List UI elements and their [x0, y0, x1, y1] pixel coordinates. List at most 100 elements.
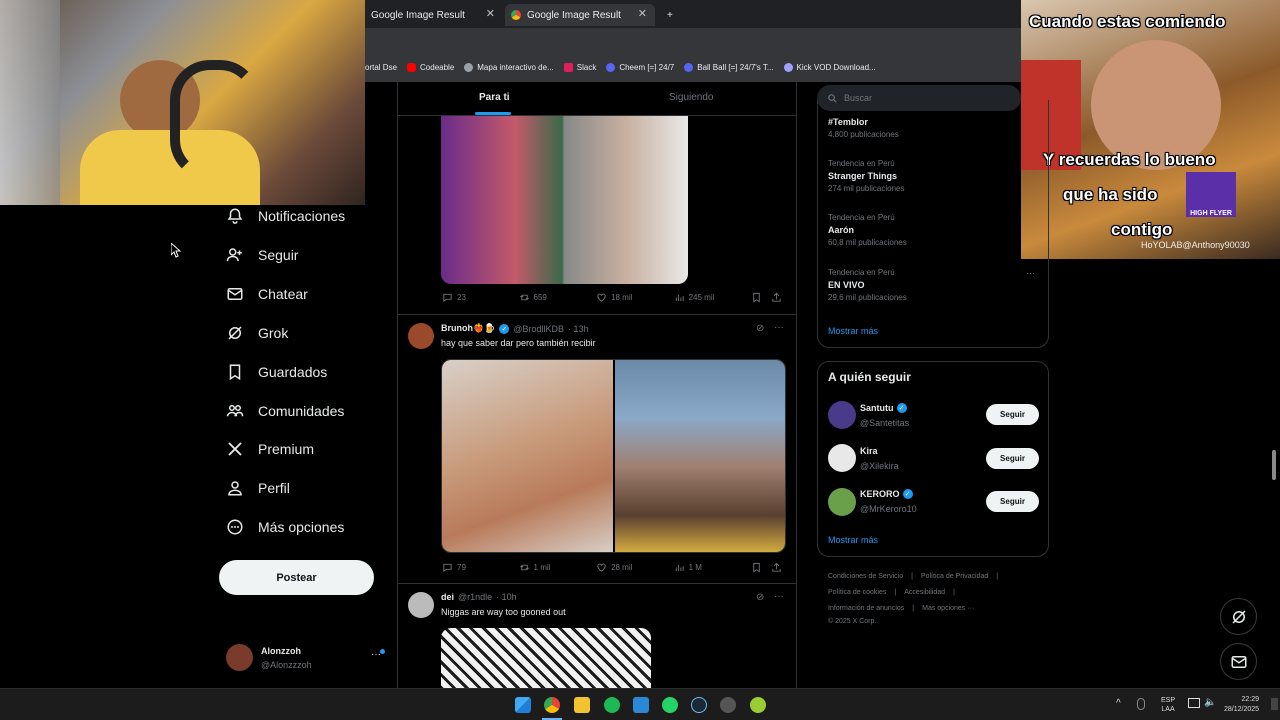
footer-link[interactable]: Condiciones de Servicio: [828, 573, 903, 580]
browser-tab[interactable]: Google Image Result ✕: [365, 4, 503, 26]
sidebar-item-profile[interactable]: Perfil: [226, 479, 290, 497]
show-more-follow[interactable]: Mostrar más: [828, 535, 878, 545]
avatar[interactable]: [828, 488, 856, 516]
trend-item[interactable]: Tendencia en Perú EN VIVO 29,6 mil publi…: [828, 268, 907, 302]
post-image[interactable]: [441, 628, 651, 688]
footer-link[interactable]: Política de Privacidad: [921, 573, 988, 580]
bookmark-item[interactable]: Ball Ball [=] 24/7's T...: [684, 62, 774, 72]
share-button[interactable]: [771, 562, 782, 573]
avatar[interactable]: [828, 444, 856, 472]
footer-link[interactable]: Política de cookies: [828, 589, 886, 596]
taskbar: ^ ESP LAA 🔈 22:29 28/12/2025: [0, 688, 1280, 720]
suggestion-name[interactable]: Kira: [860, 446, 878, 456]
follow-button[interactable]: Seguir: [986, 491, 1039, 512]
bookmark-item[interactable]: Slack: [563, 62, 597, 72]
tab-for-you[interactable]: Para ti: [479, 92, 510, 103]
show-more-trends[interactable]: Mostrar más: [828, 326, 878, 336]
reply-button[interactable]: 23: [442, 292, 519, 303]
avatar[interactable]: [408, 323, 434, 349]
views-button[interactable]: 1 M: [674, 562, 752, 573]
trend-name: EN VIVO: [828, 280, 865, 290]
steam-icon[interactable]: [691, 697, 707, 713]
repost-button[interactable]: 1 mil: [519, 562, 597, 573]
notification-icon[interactable]: [1271, 698, 1278, 710]
follow-suggestion[interactable]: KERORO ✓: [860, 489, 913, 499]
chrome-icon[interactable]: [544, 697, 560, 713]
grok-icon[interactable]: ⊘: [756, 592, 764, 603]
like-button[interactable]: 18 mil: [596, 292, 674, 303]
post-author[interactable]: dei: [441, 592, 454, 602]
repost-button[interactable]: 659: [519, 292, 597, 303]
address-bar[interactable]: [365, 28, 1021, 52]
app-icon[interactable]: [750, 697, 766, 713]
more-dots-icon[interactable]: ···: [1026, 268, 1035, 278]
whatsapp-icon[interactable]: [662, 697, 678, 713]
browser-tab-active[interactable]: Google Image Result ✕: [505, 4, 655, 26]
grok-float-button[interactable]: [1220, 598, 1257, 635]
verified-badge-icon: ✓: [896, 403, 907, 413]
post-image[interactable]: [442, 360, 613, 552]
trend-item[interactable]: Tendencia en Perú Aarón 60,8 mil publica…: [828, 213, 907, 247]
bookmark-item[interactable]: Kick VOD Download...: [783, 62, 876, 72]
reply-button[interactable]: 79: [442, 562, 519, 573]
more-dots-icon[interactable]: ···: [774, 591, 784, 602]
follow-button[interactable]: Seguir: [986, 404, 1039, 425]
grok-icon[interactable]: ⊘: [756, 323, 764, 334]
like-button[interactable]: 28 mil: [596, 562, 674, 573]
bookmark-button[interactable]: [751, 292, 771, 303]
post-handle[interactable]: @BrodllKDB: [513, 324, 564, 334]
close-icon[interactable]: ✕: [486, 7, 495, 20]
sidebar-item-more[interactable]: Más opciones: [226, 518, 344, 536]
views-button[interactable]: 245 mil: [674, 292, 752, 303]
post-image-grid[interactable]: [441, 359, 786, 553]
sidebar-item-notifications[interactable]: Notificaciones: [226, 207, 345, 225]
trend-item[interactable]: #Temblor 4.800 publicaciones: [828, 117, 899, 139]
tab-following[interactable]: Siguiendo: [669, 92, 713, 103]
bookmark-icon: [753, 292, 760, 303]
post-author[interactable]: Brunoh❤️‍🔥🍺: [441, 323, 495, 334]
avatar[interactable]: [828, 401, 856, 429]
sidebar-item-bookmarks[interactable]: Guardados: [226, 363, 327, 381]
sidebar-item-chat[interactable]: Chatear: [226, 285, 308, 303]
avatar[interactable]: [408, 592, 434, 618]
bookmark-item[interactable]: ortal Dse: [365, 63, 397, 72]
app-icon[interactable]: [633, 697, 649, 713]
new-tab-button[interactable]: +: [661, 4, 673, 26]
follow-suggestion[interactable]: Santutu ✓: [860, 403, 907, 413]
spotify-icon[interactable]: [604, 697, 620, 713]
account-switcher[interactable]: Alonzzoh @Alonzzzoh ···: [226, 644, 386, 674]
network-icon[interactable]: [1188, 698, 1200, 708]
sidebar-item-premium[interactable]: Premium: [226, 440, 314, 458]
chevron-up-icon[interactable]: ^: [1116, 698, 1121, 709]
keyboard-layout: LAA: [1161, 706, 1175, 713]
more-dots-icon[interactable]: ···: [774, 322, 784, 333]
close-icon[interactable]: ✕: [638, 7, 647, 20]
start-icon[interactable]: [515, 697, 531, 713]
post-button[interactable]: Postear: [219, 560, 374, 595]
bookmark-button[interactable]: [751, 562, 771, 573]
trend-item[interactable]: Tendencia en Perú Stranger Things 274 mi…: [828, 159, 905, 193]
language-indicator[interactable]: ESP LAA: [1161, 696, 1175, 714]
bookmark-item[interactable]: Cheem [=] 24/7: [606, 62, 674, 72]
footer-link[interactable]: Más opciones ···: [922, 605, 974, 612]
file-explorer-icon[interactable]: [574, 697, 590, 713]
follow-button[interactable]: Seguir: [986, 448, 1039, 469]
bookmark-item[interactable]: Mapa interactivo de...: [464, 62, 554, 72]
clock[interactable]: 22:29 28/12/2025: [1224, 695, 1259, 715]
bookmark-item[interactable]: Codeable: [407, 62, 454, 72]
sidebar-item-grok[interactable]: Grok: [226, 324, 288, 342]
bookmark-label: Slack: [576, 62, 597, 72]
share-button[interactable]: [771, 292, 782, 303]
sidebar-item-communities[interactable]: Comunidades: [226, 402, 344, 420]
microphone-icon[interactable]: [1137, 698, 1145, 710]
post-image[interactable]: [441, 116, 688, 284]
footer-link[interactable]: Información de anuncios: [828, 605, 904, 612]
volume-icon[interactable]: 🔈: [1204, 697, 1216, 708]
post-image[interactable]: [615, 360, 785, 552]
sidebar-item-follow[interactable]: Seguir: [226, 246, 298, 264]
post-handle[interactable]: @r1ndle: [458, 592, 492, 602]
app-icon[interactable]: [720, 697, 736, 713]
footer-link[interactable]: Accesibilidad: [904, 589, 945, 596]
scrollbar-thumb[interactable]: [1272, 450, 1276, 480]
messages-float-button[interactable]: [1220, 643, 1257, 680]
